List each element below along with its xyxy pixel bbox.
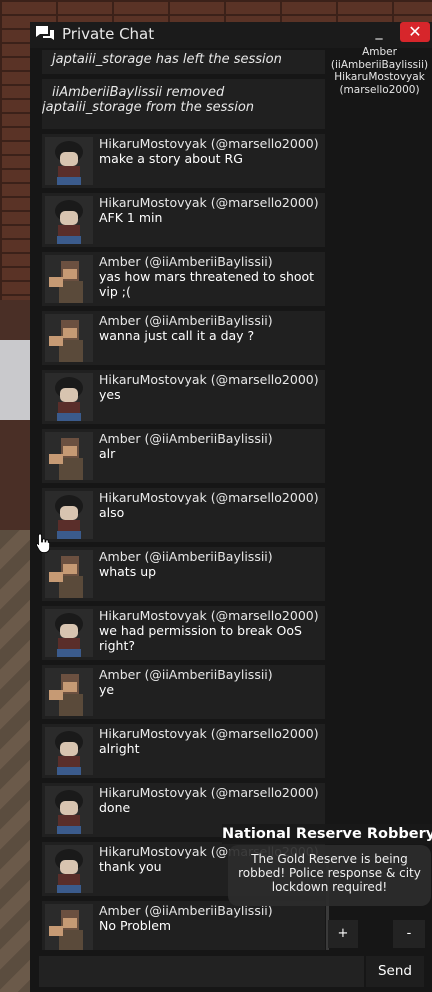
message-row: Amber (@iiAmberiiBaylissii) alr [42, 429, 325, 483]
message-sender: Amber (@iiAmberiiBaylissii) [99, 431, 273, 446]
remove-member-button[interactable]: - [393, 920, 425, 948]
minimize-button[interactable]: _ [368, 24, 390, 44]
system-message: iiAmberiiBaylissii removed japtaiii_stor… [42, 79, 325, 129]
message-input[interactable] [39, 956, 364, 987]
avatar-hikaru[interactable] [45, 609, 93, 657]
message-text: alr [99, 446, 116, 461]
avatar-hikaru[interactable] [45, 196, 93, 244]
message-row: HikaruMostovyak (@marsello2000) AFK 1 min [42, 193, 325, 247]
message-row: HikaruMostovyak (@marsello2000) yes [42, 370, 325, 424]
message-sender: HikaruMostovyak (@marsello2000) [99, 195, 319, 210]
member-username: (iiAmberiiBaylissii) [330, 58, 429, 71]
message-text: alright [99, 741, 140, 756]
message-row: HikaruMostovyak (@marsello2000) alright [42, 724, 325, 778]
avatar-hikaru[interactable] [45, 137, 93, 185]
add-member-button[interactable]: + [328, 920, 358, 948]
message-text: yes [99, 387, 121, 402]
avatar-amber[interactable] [45, 255, 93, 303]
message-sender: HikaruMostovyak (@marsello2000) [99, 372, 319, 387]
member-username: (marsello2000) [339, 83, 420, 96]
message-text: ye [99, 682, 115, 697]
window-title: Private Chat [62, 25, 155, 43]
avatar-hikaru[interactable] [45, 491, 93, 539]
message-text: AFK 1 min [99, 210, 163, 225]
message-sender: Amber (@iiAmberiiBaylissii) [99, 254, 273, 269]
member-name: HikaruMostovyak [334, 71, 425, 83]
message-text: whats up [99, 564, 157, 579]
avatar-hikaru[interactable] [45, 727, 93, 775]
message-row: Amber (@iiAmberiiBaylissii) wanna just ca… [42, 311, 325, 365]
message-text: make a story about RG [99, 151, 243, 166]
wall-pillar [0, 340, 30, 420]
avatar-amber[interactable] [45, 904, 93, 950]
message-sender: Amber (@iiAmberiiBaylissii) [99, 313, 273, 328]
message-text: we had permission to break OoS right? [99, 623, 302, 653]
message-sender: HikaruMostovyak (@marsello2000) [99, 785, 319, 800]
system-message-text: iiAmberiiBaylissii removed japtaiii_stor… [42, 85, 255, 115]
notification-title: National Reserve Robbery [222, 824, 432, 844]
avatar-hikaru[interactable] [45, 786, 93, 834]
avatar-amber[interactable] [45, 668, 93, 716]
message-row: HikaruMostovyak (@marsello2000) we had pe… [42, 606, 325, 660]
avatar-amber[interactable] [45, 432, 93, 480]
message-text: yas how mars threatened to shoot vip ;( [99, 269, 315, 299]
avatar-amber[interactable] [45, 550, 93, 598]
title-bar[interactable]: Private Chat _ ✕ [30, 22, 432, 48]
message-row: HikaruMostovyak (@marsello2000) also [42, 488, 325, 542]
avatar-amber[interactable] [45, 314, 93, 362]
send-button[interactable]: Send [366, 956, 424, 987]
message-text: wanna just call it a day ? [99, 328, 255, 343]
message-row: HikaruMostovyak (@marsello2000) make a st… [42, 134, 325, 188]
message-row: Amber (@iiAmberiiBaylissii) No Problem [42, 901, 325, 950]
member-list: Amber (iiAmberiiBaylissii) HikaruMostovy… [327, 46, 432, 96]
system-message: japtaiii_storage has left the session [42, 50, 325, 74]
message-sender: HikaruMostovyak (@marsello2000) [99, 726, 319, 741]
avatar-hikaru[interactable] [45, 845, 93, 893]
message-row: Amber (@iiAmberiiBaylissii) whats up [42, 547, 325, 601]
message-text: done [99, 800, 131, 815]
chat-bubbles-icon [36, 26, 54, 40]
message-text: also [99, 505, 125, 520]
message-sender: HikaruMostovyak (@marsello2000) [99, 608, 319, 623]
message-sender: HikaruMostovyak (@marsello2000) [99, 490, 319, 505]
system-message-text: japtaiii_storage has left the session [52, 52, 282, 67]
hand-cursor-icon [36, 533, 50, 553]
notification-body: The Gold Reserve is being robbed! Police… [228, 845, 431, 906]
avatar-hikaru[interactable] [45, 373, 93, 421]
message-sender: Amber (@iiAmberiiBaylissii) [99, 549, 273, 564]
message-row: Amber (@iiAmberiiBaylissii) yas how mars … [42, 252, 325, 306]
message-list[interactable]: japtaiii_storage has left the session ii… [42, 50, 327, 950]
message-row: Amber (@iiAmberiiBaylissii) ye [42, 665, 325, 719]
message-sender: HikaruMostovyak (@marsello2000) [99, 136, 319, 151]
close-button[interactable]: ✕ [400, 22, 430, 42]
message-text: No Problem [99, 918, 172, 933]
member-name: Amber [362, 46, 397, 58]
message-sender: Amber (@iiAmberiiBaylissii) [99, 667, 273, 682]
